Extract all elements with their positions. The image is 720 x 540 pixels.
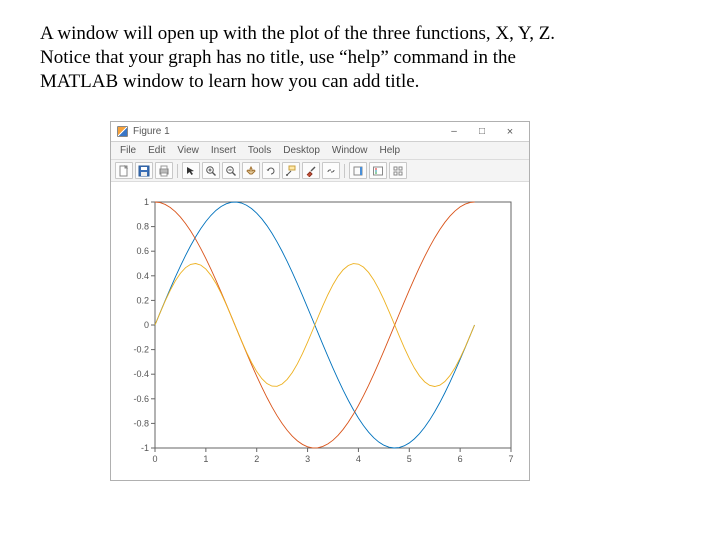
colorbar-icon[interactable] [349, 162, 367, 179]
y-tick-label: -0.2 [133, 345, 149, 355]
brush-icon[interactable] [302, 162, 320, 179]
menu-item-help[interactable]: Help [375, 144, 406, 157]
legend-icon[interactable] [369, 162, 387, 179]
toolbar [111, 160, 529, 182]
data-cursor-icon[interactable] [282, 162, 300, 179]
arrow-icon[interactable] [182, 162, 200, 179]
menu-item-insert[interactable]: Insert [206, 144, 241, 157]
axes-box [155, 202, 511, 448]
maximize-button[interactable]: □ [469, 124, 495, 140]
pan-icon[interactable] [242, 162, 260, 179]
zoom-in-icon[interactable] [202, 162, 220, 179]
axes[interactable]: -1 -0.8 -0.6 -0.4 -0.2 0 0.2 0.4 0.6 0.8 1 0 1 2 3 4 5 6 7 [121, 190, 519, 470]
print-icon[interactable] [155, 162, 173, 179]
axes-container: -1 -0.8 -0.6 -0.4 -0.2 0 0.2 0.4 0.6 0.8 1 0 1 2 3 4 5 6 7 [111, 182, 529, 480]
x-tick-label: 5 [407, 454, 412, 464]
menu-item-tools[interactable]: Tools [243, 144, 276, 157]
toolbar-separator [344, 164, 345, 178]
menu-item-edit[interactable]: Edit [143, 144, 170, 157]
link-icon[interactable] [322, 162, 340, 179]
save-icon[interactable] [135, 162, 153, 179]
x-tick-label: 2 [254, 454, 259, 464]
toolbar-separator [177, 164, 178, 178]
menu-item-desktop[interactable]: Desktop [278, 144, 325, 157]
instruction-line3: MATLAB window to learn how you can add t… [40, 71, 419, 92]
x-tick-label: 1 [203, 454, 208, 464]
instruction-line2: Notice that your graph has no title, use… [40, 47, 516, 68]
title-bar[interactable]: Figure 1 – □ × [111, 122, 529, 142]
y-tick-label: 1 [144, 197, 149, 207]
x-tick-label: 6 [458, 454, 463, 464]
matlab-figure-icon [117, 126, 128, 137]
y-tick-label: -0.8 [133, 419, 149, 429]
menu-bar: FileEditViewInsertToolsDesktopWindowHelp [111, 142, 529, 160]
x-tick-label: 0 [152, 454, 157, 464]
new-icon[interactable] [115, 162, 133, 179]
x-tick-label: 3 [305, 454, 310, 464]
y-tick-label: -1 [141, 443, 149, 453]
menu-item-window[interactable]: Window [327, 144, 373, 157]
x-tick-label: 7 [508, 454, 513, 464]
y-tick-label: 0.6 [136, 246, 149, 256]
y-tick-label: 0.2 [136, 296, 149, 306]
grid-icon[interactable] [389, 162, 407, 179]
instruction-line1: A window will open up with the plot of t… [40, 23, 555, 44]
y-tick-label: 0.8 [136, 222, 149, 232]
y-tick-label: -0.4 [133, 369, 149, 379]
figure-window: Figure 1 – □ × FileEditViewInsertToolsDe… [110, 121, 530, 481]
instruction-text: A window will open up with the plot of t… [40, 22, 680, 93]
minimize-button[interactable]: – [441, 124, 467, 140]
y-tick-label: -0.6 [133, 394, 149, 404]
close-button[interactable]: × [497, 124, 523, 140]
rotate-icon[interactable] [262, 162, 280, 179]
zoom-out-icon[interactable] [222, 162, 240, 179]
y-tick-label: 0.4 [136, 271, 149, 281]
x-tick-label: 4 [356, 454, 361, 464]
menu-item-view[interactable]: View [172, 144, 204, 157]
menu-item-file[interactable]: File [115, 144, 141, 157]
window-title: Figure 1 [133, 126, 170, 137]
y-tick-label: 0 [144, 320, 149, 330]
